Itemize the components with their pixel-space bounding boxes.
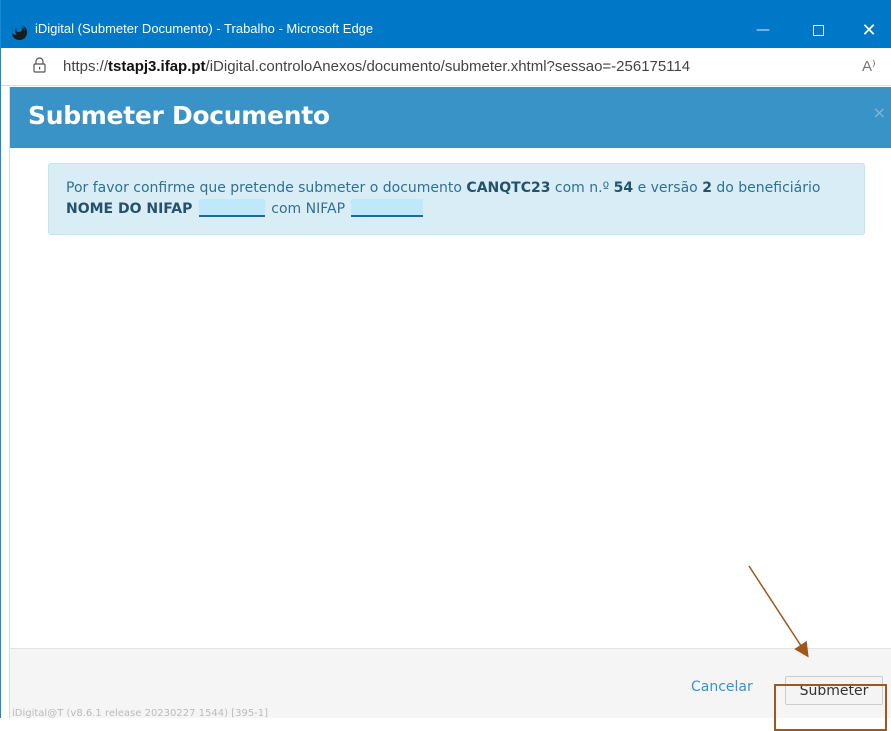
- beneficiary-name: NOME DO NIFAP: [66, 201, 193, 217]
- window-title: iDigital (Submeter Documento) - Trabalho…: [35, 21, 374, 36]
- maximize-button[interactable]: [798, 16, 838, 44]
- url-path: /iDigital.controloAnexos/documento/subme…: [205, 58, 691, 75]
- cancel-button[interactable]: Cancelar: [691, 679, 753, 695]
- url-text[interactable]: https://tstapj3.ifap.pt/iDigital.control…: [63, 58, 690, 75]
- redacted-nifap: [351, 199, 424, 217]
- dialog-close-icon[interactable]: ×: [873, 103, 886, 122]
- message-text-1: Por favor confirme que pretende submeter…: [66, 180, 467, 196]
- minimize-icon: —: [756, 22, 770, 38]
- close-icon: ✕: [861, 19, 877, 41]
- minimize-button[interactable]: —: [743, 16, 783, 44]
- read-aloud-icon[interactable]: A⁾: [862, 57, 876, 75]
- version-text: iDigital@T (v8.6.1 release 20230227 1544…: [12, 708, 269, 719]
- url-prefix: https://: [63, 58, 109, 75]
- submit-button[interactable]: Submeter: [785, 676, 883, 705]
- dialog-left-border: [1, 87, 10, 718]
- close-window-button[interactable]: ✕: [849, 16, 889, 44]
- message-text-3: e versão: [633, 180, 703, 196]
- document-version: 2: [702, 180, 712, 196]
- page-title: Submeter Documento: [28, 101, 330, 130]
- maximize-icon: [812, 24, 824, 36]
- dialog-footer: Cancelar Submeter iDigital@T (v8.6.1 rel…: [10, 648, 891, 719]
- url-host: tstapj3.ifap.pt: [108, 58, 206, 75]
- address-bar[interactable]: https://tstapj3.ifap.pt/iDigital.control…: [1, 48, 891, 86]
- edge-logo-icon: [12, 25, 27, 40]
- message-text-2: com n.º: [550, 180, 614, 196]
- dialog-header: Submeter Documento ×: [10, 87, 891, 148]
- message-text-5: com NIFAP: [266, 201, 350, 217]
- redacted-name: [198, 199, 265, 217]
- dialog-content: Por favor confirme que pretende submeter…: [10, 148, 891, 648]
- confirmation-message: Por favor confirme que pretende submeter…: [48, 163, 865, 235]
- document-code: CANQTC23: [466, 180, 551, 196]
- message-text-4: do beneficiário: [711, 180, 821, 196]
- browser-window: iDigital (Submeter Documento) - Trabalho…: [0, 0, 891, 731]
- lock-icon[interactable]: [33, 57, 46, 73]
- title-bar: iDigital (Submeter Documento) - Trabalho…: [1, 0, 891, 48]
- document-number: 54: [613, 180, 634, 196]
